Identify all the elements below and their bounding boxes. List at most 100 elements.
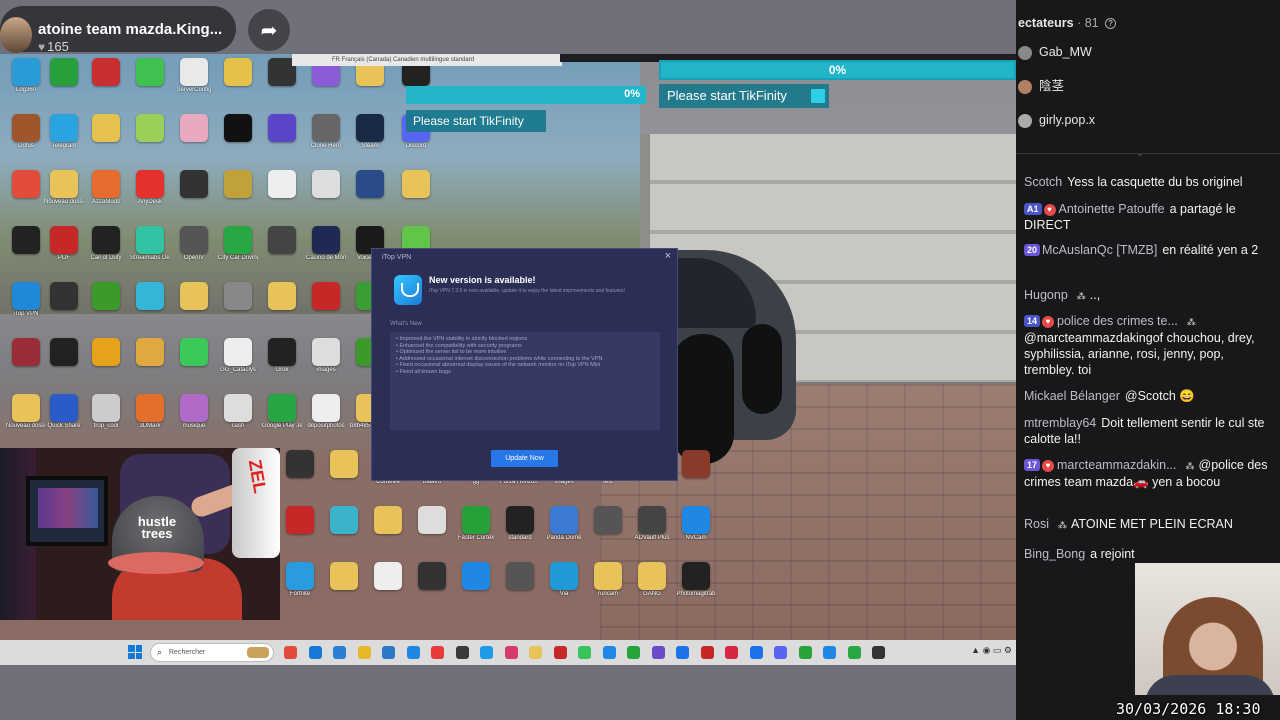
- taskbar-app-icon[interactable]: [284, 646, 297, 659]
- desktop-icon[interactable]: AnyDesk: [130, 170, 170, 206]
- desktop-icon[interactable]: GANG: [632, 562, 672, 598]
- taskbar-app-icon[interactable]: [774, 646, 787, 659]
- system-tray[interactable]: ▲ ◉ ▭ ⚙: [971, 645, 1012, 656]
- share-button[interactable]: ➦: [248, 9, 290, 51]
- desktop-icon[interactable]: [6, 226, 46, 255]
- taskbar-app-icon[interactable]: [823, 646, 836, 659]
- desktop-icon[interactable]: [130, 338, 170, 367]
- desktop-icon[interactable]: Faster Cortex: [456, 506, 496, 542]
- desktop-icon[interactable]: AzzaMods: [86, 170, 126, 206]
- desktop-icon[interactable]: [130, 58, 170, 87]
- taskbar-app-icon[interactable]: [749, 646, 763, 659]
- update-now-button[interactable]: Update Now: [491, 450, 558, 467]
- desktop-icon[interactable]: [86, 58, 126, 87]
- desktop-icon[interactable]: [174, 114, 214, 143]
- chat-username[interactable]: police des crimes te...: [1057, 314, 1178, 328]
- desktop-icon[interactable]: [174, 282, 214, 311]
- desktop-icon[interactable]: 3DMark: [130, 394, 170, 430]
- desktop-icon[interactable]: [396, 170, 436, 199]
- desktop-icon[interactable]: Photomagitrab: [676, 562, 716, 598]
- windows-start-icon[interactable]: [128, 645, 142, 659]
- desktop-icon[interactable]: Log360: [6, 58, 46, 94]
- desktop-icon[interactable]: [218, 58, 258, 87]
- desktop-icon[interactable]: [456, 562, 496, 591]
- chat-username[interactable]: McAuslanQc [TMZB]: [1042, 243, 1157, 257]
- desktop-icon[interactable]: OpenIV: [174, 226, 214, 262]
- chat-username[interactable]: Bing_Bong: [1024, 547, 1085, 561]
- desktop-icon[interactable]: [368, 562, 408, 591]
- chat-username[interactable]: Hugonp: [1024, 288, 1068, 302]
- desktop-icon[interactable]: City Car Driving: [218, 226, 258, 262]
- taskbar-app-icon[interactable]: [872, 646, 885, 659]
- taskbar-app-icon[interactable]: [480, 646, 493, 659]
- chat-username[interactable]: Scotch: [1024, 175, 1062, 189]
- desktop-icon[interactable]: depositphotos: [306, 394, 346, 430]
- taskbar-app-icon[interactable]: [627, 646, 640, 659]
- taskbar-app-icon[interactable]: [847, 646, 861, 659]
- chat-username[interactable]: mtremblay64: [1024, 416, 1096, 430]
- desktop-icon[interactable]: [306, 170, 346, 199]
- stream-title[interactable]: atoine team mazda.King...: [38, 21, 222, 38]
- taskbar-app-icon[interactable]: [676, 646, 689, 659]
- desktop-icon[interactable]: GG_Cataclys: [218, 338, 258, 374]
- desktop-icon[interactable]: PDF: [44, 226, 84, 262]
- taskbar-search[interactable]: ⌕ Rechercher: [150, 643, 274, 662]
- desktop-icon[interactable]: standard: [500, 506, 540, 542]
- taskbar-app-icon[interactable]: [529, 646, 542, 659]
- desktop-icon[interactable]: runcam: [588, 562, 628, 598]
- taskbar-app-icon[interactable]: [431, 646, 444, 659]
- stream-view[interactable]: Log360 ServerConfig Dofus Telegram Clone Her…: [0, 0, 1016, 720]
- taskbar-app-icon[interactable]: [725, 646, 738, 659]
- desktop-icon[interactable]: [218, 282, 258, 311]
- desktop-icon[interactable]: Panda Dome: [544, 506, 584, 542]
- chat-username[interactable]: marcteammazdakin...: [1057, 458, 1176, 472]
- desktop-icon[interactable]: Streamlabs Desktop: [130, 226, 170, 262]
- desktop-icon[interactable]: [130, 282, 170, 311]
- desktop-icon[interactable]: [280, 506, 320, 535]
- desktop-icon[interactable]: [174, 338, 214, 367]
- desktop-icon[interactable]: [86, 282, 126, 311]
- desktop-icon[interactable]: Clone Hero: [306, 114, 346, 150]
- close-icon[interactable]: ×: [665, 250, 671, 262]
- desktop-icon[interactable]: musique: [174, 394, 214, 430]
- taskbar-app-icon[interactable]: [382, 646, 395, 659]
- taskbar-app-icon[interactable]: [553, 646, 567, 659]
- desktop-icon[interactable]: [368, 506, 408, 535]
- taskbar-app-icon[interactable]: [406, 646, 420, 659]
- desktop-icon[interactable]: [44, 282, 84, 311]
- desktop-icon[interactable]: [86, 114, 126, 143]
- desktop-icon[interactable]: trop_cool: [86, 394, 126, 430]
- desktop-icon[interactable]: [306, 282, 346, 311]
- desktop-icon[interactable]: Via: [544, 562, 584, 598]
- chat-username[interactable]: Antoinette Patouffe: [1059, 202, 1165, 216]
- desktop-icon[interactable]: Quick Share: [44, 394, 84, 430]
- desktop-icon[interactable]: [6, 170, 46, 199]
- taskbar-app-icon[interactable]: [308, 646, 322, 659]
- desktop-icon[interactable]: Nouveau dossier (3): [6, 394, 46, 430]
- desktop-icon[interactable]: [262, 114, 302, 143]
- desktop-icon[interactable]: images: [306, 338, 346, 374]
- info-icon[interactable]: ?: [1105, 18, 1117, 30]
- desktop-icon[interactable]: iTop VPN: [6, 282, 46, 318]
- desktop-icon[interactable]: [174, 170, 214, 199]
- desktop-icon[interactable]: Fortnite: [280, 562, 320, 598]
- chat-username[interactable]: Rosi: [1024, 517, 1049, 531]
- streamer-avatar[interactable]: [0, 17, 32, 53]
- desktop-icon[interactable]: Grok: [262, 338, 302, 374]
- desktop-icon[interactable]: [262, 226, 302, 255]
- desktop-icon[interactable]: [324, 450, 364, 479]
- taskbar-app-icon[interactable]: [504, 646, 518, 659]
- desktop-icon[interactable]: [86, 338, 126, 367]
- desktop-icon[interactable]: ADVault Plus: [632, 506, 672, 542]
- desktop-icon[interactable]: [262, 170, 302, 199]
- desktop-icon[interactable]: [350, 170, 390, 199]
- desktop-icon[interactable]: Dofus: [6, 114, 46, 150]
- desktop-icon[interactable]: ServerConfig: [174, 58, 214, 94]
- desktop-icon[interactable]: [218, 114, 258, 143]
- desktop-icon[interactable]: Call of Duty: [86, 226, 126, 262]
- taskbar-app-icon[interactable]: [455, 646, 469, 659]
- taskbar-app-icon[interactable]: [333, 646, 346, 659]
- desktop-icon[interactable]: [44, 338, 84, 367]
- chat-username[interactable]: Mickael Bélanger: [1024, 389, 1120, 403]
- desktop-icon[interactable]: [412, 506, 452, 535]
